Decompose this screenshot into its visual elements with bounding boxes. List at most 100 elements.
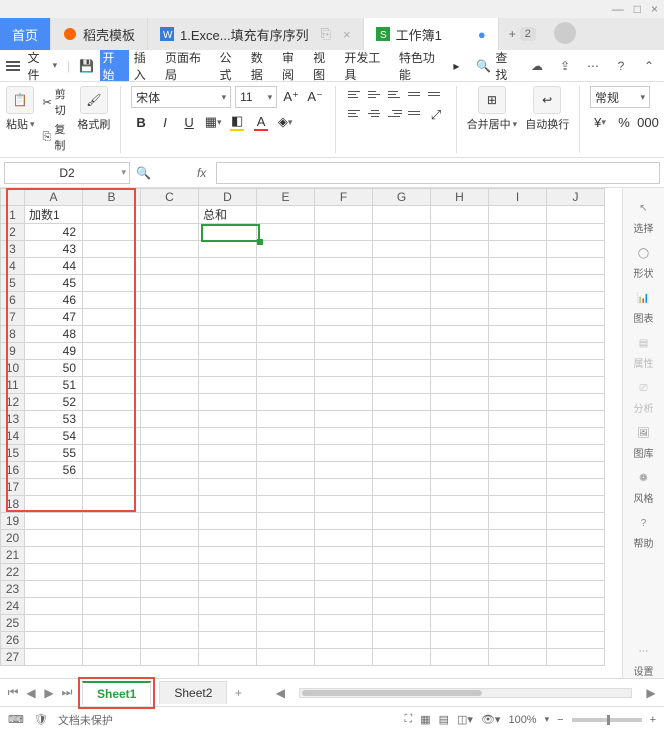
spreadsheet[interactable]: A B C D E F G H I J 1加数1总和 242 343 444 5… [0,188,605,666]
ribbon-tab-layout[interactable]: 页面布局 [162,50,214,81]
avatar[interactable] [554,22,576,44]
percent-button[interactable]: % [614,112,634,132]
grid[interactable]: A B C D E F G H I J 1加数1总和 242 343 444 5… [0,188,622,678]
save-icon[interactable]: 💾 [76,55,97,77]
side-prop[interactable]: ▤属性 [634,333,654,370]
fill-handle[interactable] [257,239,263,245]
fill-color-button[interactable]: ◧ [227,112,247,132]
view-page-icon[interactable]: ▤ [439,713,449,726]
col-H[interactable]: H [431,189,489,206]
col-F[interactable]: F [315,189,373,206]
window-min[interactable]: — [612,2,624,16]
view-normal-icon[interactable]: ▦ [420,713,430,726]
tab-home[interactable]: 首页 [0,18,51,50]
menu-icon[interactable] [4,57,22,75]
ribbon-tab-dev[interactable]: 开发工具 [341,50,393,81]
side-help[interactable]: ?帮助 [634,513,654,550]
copy-button[interactable]: ⎘复制 [43,121,70,153]
align-bottom[interactable] [386,86,404,102]
file-menu[interactable]: 文件▾ [24,49,62,83]
merge-icon[interactable]: ⊞ [478,86,506,114]
brush-icon[interactable]: 🖌 [80,86,108,114]
formula-input[interactable] [216,162,660,184]
side-style[interactable]: ❁风格 [634,468,654,505]
side-select[interactable]: ↖选择 [634,198,654,235]
align-middle[interactable] [366,86,384,102]
close-icon[interactable]: × [343,27,351,42]
keyboard-icon[interactable]: ⌨ [8,713,24,726]
sheet-add[interactable]: + [231,686,245,700]
ribbon-tab-view[interactable]: 视图 [310,50,339,81]
col-G[interactable]: G [373,189,431,206]
zoom-icon[interactable]: 🔍 [136,166,151,180]
more-icon[interactable]: ⋯ [582,55,604,77]
wrap-icon[interactable]: ↩ [533,86,561,114]
col-C[interactable]: C [141,189,199,206]
tab-shell[interactable]: 稻壳模板 [51,18,148,50]
comma-button[interactable]: 000 [638,112,658,132]
name-box[interactable]: D2▾ [4,162,130,184]
side-gallery[interactable]: 🖼图库 [634,423,654,460]
sheet-tab-1[interactable]: Sheet1 [82,681,151,705]
italic-button[interactable]: I [155,112,175,132]
col-B[interactable]: B [83,189,141,206]
ribbon-tab-insert[interactable]: 插入 [131,50,160,81]
orientation-button[interactable]: ⤢ [426,105,446,125]
col-A[interactable]: A [25,189,83,206]
fullscreen-icon[interactable]: ⛶ [405,713,413,726]
currency-button[interactable]: ¥▾ [590,112,610,132]
number-format[interactable]: 常规▾ [590,86,650,108]
paste-icon[interactable]: 📋 [6,86,34,114]
tab-workbook[interactable]: S 工作簿1 ● [364,18,499,50]
cloud-icon[interactable]: ☁ [526,55,548,77]
phonetic-button[interactable]: ◈▾ [275,112,295,132]
search-button[interactable]: 🔍查找 [470,49,524,83]
font-select[interactable]: 宋体▾ [131,86,231,108]
zoom-out[interactable]: − [557,714,563,726]
collapse-icon[interactable]: ⌃ [638,55,660,77]
side-analyze[interactable]: ⎚分析 [634,378,654,415]
sheet-tab-2[interactable]: Sheet2 [159,681,227,704]
share-icon[interactable]: ⇪ [554,55,576,77]
zoom-in[interactable]: + [650,714,656,726]
zoom-slider[interactable] [572,718,642,722]
indent-right[interactable] [426,86,444,102]
bold-button[interactable]: B [131,112,151,132]
col-J[interactable]: J [547,189,605,206]
ribbon-tab-review[interactable]: 审阅 [279,50,308,81]
increase-font-icon[interactable]: A⁺ [281,87,301,107]
align-top[interactable] [346,86,364,102]
decrease-font-icon[interactable]: A⁻ [305,87,325,107]
window-close[interactable]: × [651,2,658,16]
eye-icon[interactable]: 👁▾ [481,713,501,726]
col-I[interactable]: I [489,189,547,206]
hscroll-left[interactable]: ◀ [273,686,287,700]
help-icon[interactable]: ? [610,55,632,77]
sheet-next[interactable]: ▶ [42,686,56,700]
align-center[interactable] [366,105,384,121]
window-max[interactable]: □ [634,2,641,16]
cut-button[interactable]: ✂剪切 [43,86,70,118]
hscroll-right[interactable]: ▶ [644,686,658,700]
col-E[interactable]: E [257,189,315,206]
side-more[interactable]: ⋯设置 [634,641,654,678]
tab-options-icon[interactable]: ⎘ [321,26,331,42]
view-split-icon[interactable]: ◫▾ [457,713,473,726]
side-shape[interactable]: ◯形状 [634,243,654,280]
ribbon-tab-feature[interactable]: 特色功能 [396,50,448,81]
select-all-corner[interactable] [1,189,25,206]
size-select[interactable]: 11▾ [235,86,277,108]
distribute[interactable] [406,105,424,121]
ribbon-tab-data[interactable]: 数据 [248,50,277,81]
font-color-button[interactable]: A [251,112,271,132]
border-button[interactable]: ▦▾ [203,112,223,132]
sheet-first[interactable]: ⏮ [6,685,20,700]
underline-button[interactable]: U [179,112,199,132]
tab-add[interactable]: +2 [499,18,546,50]
col-D[interactable]: D [199,189,257,206]
sheet-last[interactable]: ⏭ [60,685,74,700]
align-right[interactable] [386,105,404,121]
hscroll[interactable] [299,688,632,698]
align-left[interactable] [346,105,364,121]
tab-excel-doc[interactable]: W 1.Exce...填充有序序列 ⎘ × [148,18,364,50]
